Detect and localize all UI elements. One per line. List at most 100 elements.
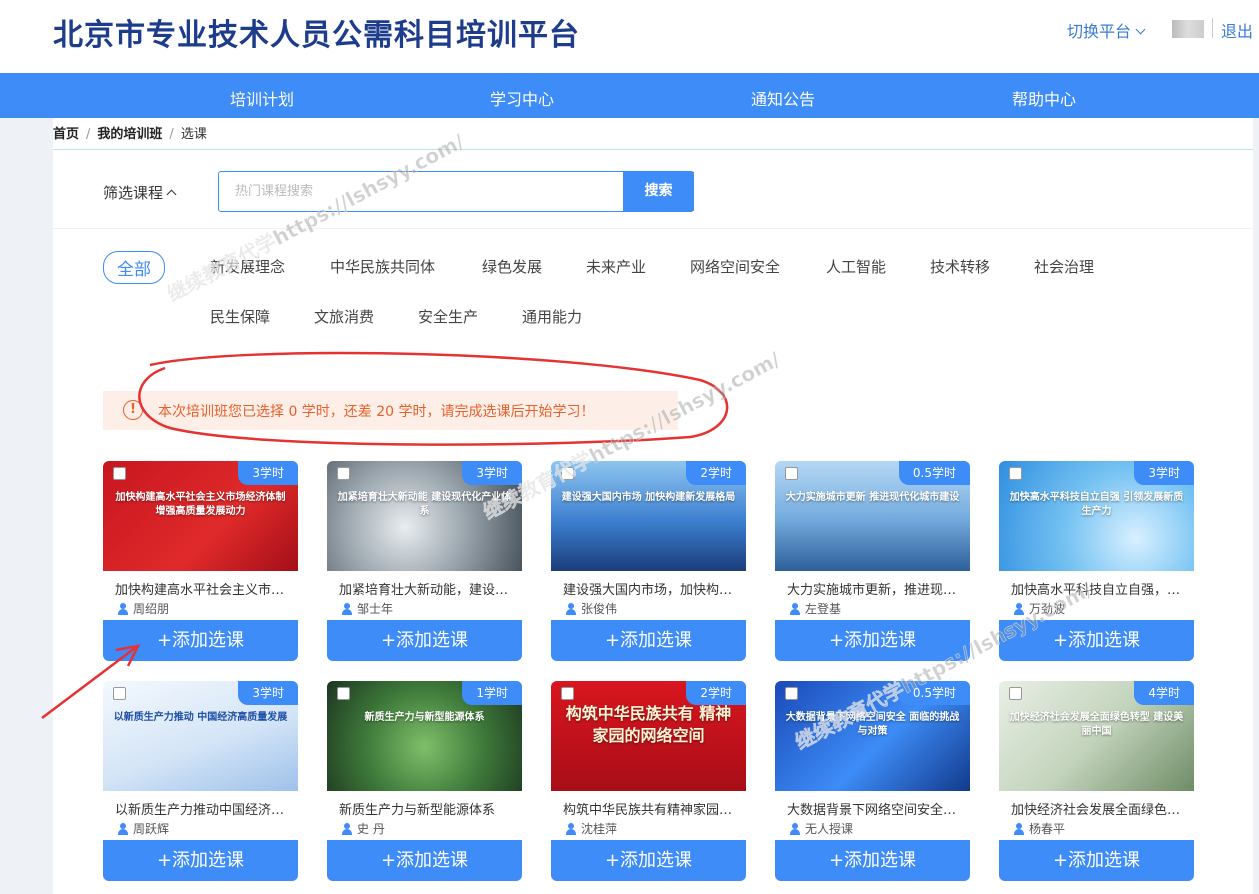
teacher-name: 周跃辉 [133, 822, 170, 836]
course-card[interactable]: 大数据背景下网络空间安全 面临的挑战与对策 0.5学时大数据背景下网络空间安全面临… [775, 681, 970, 881]
add-course-button[interactable]: +添加选课 [551, 620, 746, 661]
course-checkbox[interactable] [785, 687, 798, 700]
course-checkbox[interactable] [785, 467, 798, 480]
notice-text: 本次培训班您已选择 0 学时，还差 20 学时，请完成选课后开始学习！ [158, 404, 595, 420]
top-header: 北京市专业技术人员公需科目培训平台 切换平台 退出 [0, 0, 1259, 73]
teacher-name: 张俊伟 [581, 602, 618, 616]
category-social-governance[interactable]: 社会治理 [1034, 256, 1094, 277]
add-course-button[interactable]: +添加选课 [327, 840, 522, 881]
breadcrumb: 首页 / 我的培训班 / 选课 [53, 123, 207, 142]
category-future-industry[interactable]: 未来产业 [586, 256, 646, 277]
divider [1212, 18, 1213, 38]
breadcrumb-divider [53, 149, 1253, 150]
course-card[interactable]: 构筑中华民族共有 精神家园的网络空间2学时构筑中华民族共有精神家园的网络空间沈桂… [551, 681, 746, 881]
category-green-development[interactable]: 绿色发展 [482, 256, 542, 277]
course-card[interactable]: 加快高水平科技自立自强 引领发展新质生产力 3学时加快高水平科技自立自强，引领发展… [999, 461, 1194, 661]
course-card[interactable]: 以新质生产力推动 中国经济高质量发展 3学时以新质生产力推动中国经济高质量发展周跃… [103, 681, 298, 881]
breadcrumb-current: 选课 [180, 127, 207, 142]
breadcrumb-separator: / [86, 127, 91, 142]
course-checkbox[interactable] [1009, 687, 1022, 700]
hours-badge: 0.5学时 [898, 681, 970, 705]
person-icon [117, 823, 129, 835]
cover-title: 加快高水平科技自立自强 引领发展新质生产力 [1009, 492, 1184, 517]
person-icon [789, 603, 801, 615]
course-title[interactable]: 加快经济社会发展全面绿色转型，建设美丽中国 [1011, 799, 1186, 818]
course-teacher: 万劲波 [1013, 600, 1065, 617]
course-title[interactable]: 加快构建高水平社会主义市场经济体制 [115, 579, 290, 598]
add-course-button[interactable]: +添加选课 [327, 620, 522, 661]
breadcrumb-separator: / [169, 127, 174, 142]
cover-title: 以新质生产力推动 中国经济高质量发展 [113, 712, 288, 723]
logout-link[interactable]: 退出 [1221, 18, 1253, 42]
category-work-safety[interactable]: 安全生产 [418, 306, 478, 327]
filter-label: 筛选课程 [103, 184, 164, 202]
teacher-name: 沈桂萍 [581, 822, 618, 836]
course-card[interactable]: 建设强大国内市场 加快构建新发展格局 2学时建设强大国内市场，加快构建新发展格局张… [551, 461, 746, 661]
person-icon [565, 603, 577, 615]
category-tech-transfer[interactable]: 技术转移 [930, 256, 990, 277]
course-title[interactable]: 大力实施城市更新，推进现代化城市建设 [787, 579, 962, 598]
course-checkbox[interactable] [113, 687, 126, 700]
course-checkbox[interactable] [1009, 467, 1022, 480]
add-course-button[interactable]: +添加选课 [999, 840, 1194, 881]
user-name-blurred[interactable] [1172, 20, 1204, 38]
main-content: 首页 / 我的培训班 / 选课 筛选课程 搜索 全部 新发展理念 中华民族共同体 绿色发… [53, 118, 1253, 894]
course-card[interactable]: 加紧培育壮大新动能 建设现代化产业体系 3学时加紧培育壮大新动能，建设现代化产业体… [327, 461, 522, 661]
category-new-development[interactable]: 新发展理念 [210, 256, 285, 277]
course-teacher: 张俊伟 [565, 600, 617, 617]
nav-item-notices[interactable]: 通知公告 [751, 86, 815, 110]
add-course-button[interactable]: +添加选课 [775, 840, 970, 881]
course-card[interactable]: 加快经济社会发展全面绿色转型 建设美丽中国 4学时加快经济社会发展全面绿色转型，建… [999, 681, 1194, 881]
person-icon [789, 823, 801, 835]
category-all[interactable]: 全部 [103, 251, 165, 284]
chevron-up-icon [166, 189, 177, 200]
category-livelihood[interactable]: 民生保障 [210, 306, 270, 327]
course-checkbox[interactable] [561, 467, 574, 480]
hours-badge: 1学时 [462, 681, 522, 705]
course-checkbox[interactable] [337, 467, 350, 480]
switch-platform-dropdown[interactable]: 切换平台 [1067, 18, 1146, 42]
search-button[interactable]: 搜索 [623, 172, 694, 211]
course-title[interactable]: 建设强大国内市场，加快构建新发展格局 [563, 579, 738, 598]
teacher-name: 邹士年 [357, 602, 394, 616]
course-title[interactable]: 新质生产力与新型能源体系 [339, 799, 514, 818]
course-teacher: 周绍朋 [117, 600, 169, 617]
course-title[interactable]: 加快高水平科技自立自强，引领发展新质生产力 [1011, 579, 1186, 598]
add-course-button[interactable]: +添加选课 [775, 620, 970, 661]
person-icon [341, 603, 353, 615]
course-card[interactable]: 加快构建高水平社会主义市场经济体制 增强高质量发展动力 3学时 加快构建高水平社会主… [103, 461, 298, 661]
course-title[interactable]: 大数据背景下网络空间安全面临的挑战与对策 [787, 799, 962, 818]
add-course-button[interactable]: +添加选课 [103, 620, 298, 661]
course-teacher: 无人授课 [789, 820, 853, 837]
hours-badge: 3学时 [238, 461, 298, 485]
course-title[interactable]: 加紧培育壮大新动能，建设现代化产业体系 [339, 579, 514, 598]
search-box: 搜索 [218, 171, 694, 212]
nav-item-help-center[interactable]: 帮助中心 [1012, 86, 1076, 110]
add-course-button[interactable]: +添加选课 [999, 620, 1194, 661]
add-course-button[interactable]: +添加选课 [103, 840, 298, 881]
category-national-community[interactable]: 中华民族共同体 [330, 256, 435, 277]
course-checkbox[interactable] [337, 687, 350, 700]
person-icon [1013, 823, 1025, 835]
breadcrumb-my-class[interactable]: 我的培训班 [97, 127, 162, 142]
course-card[interactable]: 新质生产力与新型能源体系 1学时 新质生产力与新型能源体系史 丹 +添加选课 [327, 681, 522, 881]
course-title[interactable]: 构筑中华民族共有精神家园的网络空间 [563, 799, 738, 818]
course-search-input[interactable] [219, 172, 623, 211]
person-icon [565, 823, 577, 835]
course-teacher: 沈桂萍 [565, 820, 617, 837]
cover-title: 加快经济社会发展全面绿色转型 建设美丽中国 [1009, 712, 1184, 737]
hours-badge: 3学时 [238, 681, 298, 705]
category-cyberspace-security[interactable]: 网络空间安全 [690, 256, 780, 277]
nav-item-training-plan[interactable]: 培训计划 [230, 86, 294, 110]
category-general-ability[interactable]: 通用能力 [522, 306, 582, 327]
course-card[interactable]: 大力实施城市更新 推进现代化城市建设 0.5学时大力实施城市更新，推进现代化城市建… [775, 461, 970, 661]
course-title[interactable]: 以新质生产力推动中国经济高质量发展 [115, 799, 290, 818]
category-ai[interactable]: 人工智能 [826, 256, 886, 277]
nav-item-learning-center[interactable]: 学习中心 [490, 86, 554, 110]
filter-toggle[interactable]: 筛选课程 [103, 182, 177, 203]
breadcrumb-home[interactable]: 首页 [53, 127, 79, 142]
category-tourism-consumption[interactable]: 文旅消费 [314, 306, 374, 327]
course-checkbox[interactable] [561, 687, 574, 700]
add-course-button[interactable]: +添加选课 [551, 840, 746, 881]
course-checkbox[interactable] [113, 467, 126, 480]
